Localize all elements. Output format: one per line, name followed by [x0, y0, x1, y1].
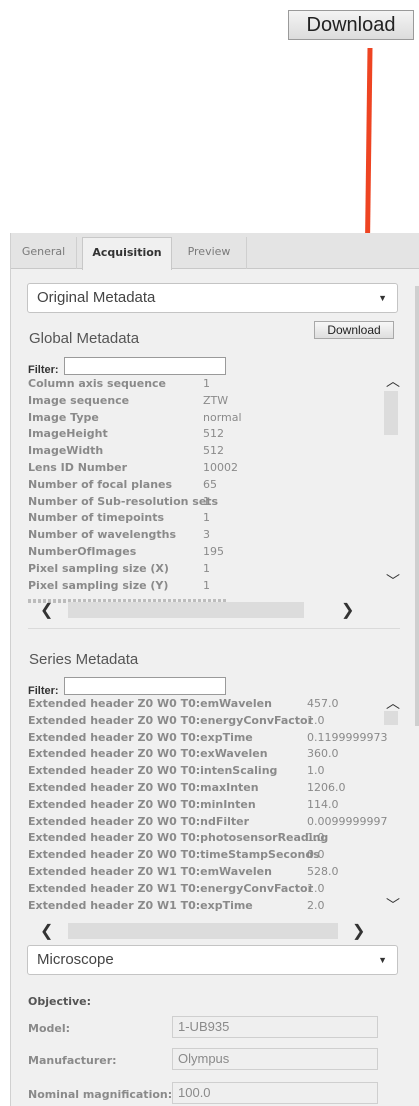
scroll-right-icon[interactable]: ❯ [352, 921, 365, 941]
metadata-value: 1.0 [307, 764, 325, 778]
metadata-key: Extended header Z0 W0 T0:photosensorRead… [28, 831, 329, 845]
scroll-right-icon[interactable]: ❯ [341, 600, 354, 620]
metadata-key: Extended header Z0 W0 T0:minInten [28, 797, 256, 811]
download-button-zoomed[interactable]: Download [288, 10, 414, 40]
metadata-key: Pixel sampling size (Y) [28, 578, 169, 592]
tab-acquisition[interactable]: Acquisition [82, 237, 172, 270]
metadata-key: Extended header Z0 W0 T0:energyConvFacto… [28, 713, 314, 727]
section-divider [28, 628, 400, 629]
metadata-key: Extended header Z0 W0 T0:intenScaling [28, 764, 278, 778]
metadata-value: 457.0 [307, 697, 339, 710]
metadata-value: 65 [203, 477, 217, 491]
metadata-value: normal [203, 410, 242, 424]
scroll-down-icon[interactable]: ﹀ [386, 571, 400, 591]
metadata-value: 114.0 [307, 797, 339, 811]
metadata-key: Image Type [28, 410, 99, 424]
metadata-key: Number of Sub-resolution sets [28, 494, 219, 508]
metadata-key: Extended header Z0 W0 T0:exWavelen [28, 747, 268, 761]
metadata-key: Image sequence [28, 393, 130, 407]
metadata-key: Extended header Z0 W0 T0:ndFilter [28, 814, 250, 828]
objective-field-label: Nominal magnification: [28, 1088, 173, 1101]
series-hscrollbar[interactable]: ❮ ❯ [28, 921, 388, 941]
metadata-key: Number of wavelengths [28, 528, 177, 542]
global-hscroll-thumb[interactable] [68, 602, 304, 618]
metadata-panel: General Acquisition Preview Original Met… [10, 233, 419, 1106]
metadata-key: Number of focal planes [28, 477, 173, 491]
chevron-down-icon: ▼ [378, 955, 387, 965]
metadata-key: ImageWidth [28, 444, 104, 458]
metadata-value: 0.1199999973 [307, 730, 388, 744]
tab-general[interactable]: General [11, 237, 77, 269]
metadata-value: 1 [203, 494, 210, 508]
chevron-down-icon: ▼ [378, 293, 387, 303]
objective-heading: Objective: [28, 995, 92, 1008]
metadata-value: 1 [203, 511, 210, 525]
global-metadata-title: Global Metadata [29, 330, 140, 347]
series-vscroll-thumb[interactable] [384, 711, 398, 725]
series-filter-label: Filter: [28, 685, 59, 697]
metadata-value: 1 [203, 578, 210, 592]
scroll-up-icon[interactable]: ︿ [386, 693, 400, 713]
metadata-type-value: Original Metadata [37, 289, 156, 306]
metadata-key: Column axis sequence [28, 377, 167, 390]
metadata-value: 195 [203, 545, 224, 558]
metadata-key: Pixel sampling size (X) [28, 561, 169, 575]
metadata-key: Extended header Z0 W0 T0:emWavelen [28, 697, 272, 710]
metadata-key: Extended header Z0 W1 T0:emWavelen [28, 865, 272, 878]
scroll-down-icon[interactable]: ﹀ [386, 895, 400, 915]
metadata-key: Extended header Z0 W0 T0:expTime [28, 730, 253, 744]
metadata-value: 1.0 [307, 831, 325, 845]
series-hscroll-thumb[interactable] [68, 923, 338, 939]
series-filter-input[interactable] [64, 677, 226, 695]
panel-scroll-thumb[interactable] [415, 286, 419, 726]
metadata-value: 3 [203, 528, 210, 542]
tab-bar: General Acquisition Preview [11, 233, 419, 270]
metadata-value: 1 [203, 377, 210, 390]
metadata-value: 0.0 [307, 848, 325, 862]
metadata-value: 2.0 [307, 898, 325, 912]
metadata-value: 512 [203, 444, 224, 458]
objective-field-input[interactable]: 1-UB935 [172, 1016, 378, 1038]
metadata-type-select[interactable]: Original Metadata ▼ [27, 283, 398, 313]
objective-field-input[interactable]: 100.0 [172, 1082, 378, 1104]
tab-preview[interactable]: Preview [172, 237, 247, 269]
metadata-key: Extended header Z0 W1 T0:energyConvFacto… [28, 881, 314, 895]
global-vscroll-thumb[interactable] [384, 391, 398, 435]
series-metadata-title: Series Metadata [29, 651, 139, 668]
metadata-value: 1206.0 [307, 781, 346, 794]
metadata-key: Extended header Z0 W1 T0:expTime [28, 898, 253, 912]
metadata-value: 512 [203, 427, 224, 441]
microscope-select[interactable]: Microscope ▼ [27, 945, 398, 975]
objective-field-input[interactable]: Olympus [172, 1048, 378, 1070]
scroll-left-icon[interactable]: ❮ [40, 600, 53, 620]
metadata-value: 1.0 [307, 881, 325, 895]
metadata-value: 10002 [203, 461, 238, 474]
metadata-value: 360.0 [307, 747, 339, 761]
metadata-key: Extended header Z0 W0 T0:maxInten [28, 781, 259, 794]
panel-scrollbar[interactable] [414, 278, 419, 1088]
metadata-key: Lens ID Number [28, 461, 127, 474]
global-filter-input[interactable] [64, 357, 226, 375]
metadata-value: ZTW [203, 393, 229, 407]
global-filter-label: Filter: [28, 364, 59, 376]
scroll-up-icon[interactable]: ︿ [386, 371, 400, 391]
objective-field-label: Model: [28, 1022, 71, 1035]
metadata-value: 528.0 [307, 865, 339, 878]
metadata-value: 0.0099999997 [307, 814, 388, 828]
objective-field-label: Manufacturer: [28, 1054, 117, 1067]
metadata-value: 1.0 [307, 713, 325, 727]
global-hscrollbar[interactable]: ❮ ❯ [28, 600, 388, 620]
metadata-key: ImageHeight [28, 427, 108, 441]
download-button[interactable]: Download [314, 321, 394, 339]
metadata-key: NumberOfImages [28, 545, 137, 558]
metadata-value: 1 [203, 561, 210, 575]
scroll-left-icon[interactable]: ❮ [40, 921, 53, 941]
metadata-key: Number of timepoints [28, 511, 165, 525]
microscope-value: Microscope [37, 951, 114, 968]
metadata-key: Extended header Z0 W0 T0:timeStampSecond… [28, 848, 320, 862]
